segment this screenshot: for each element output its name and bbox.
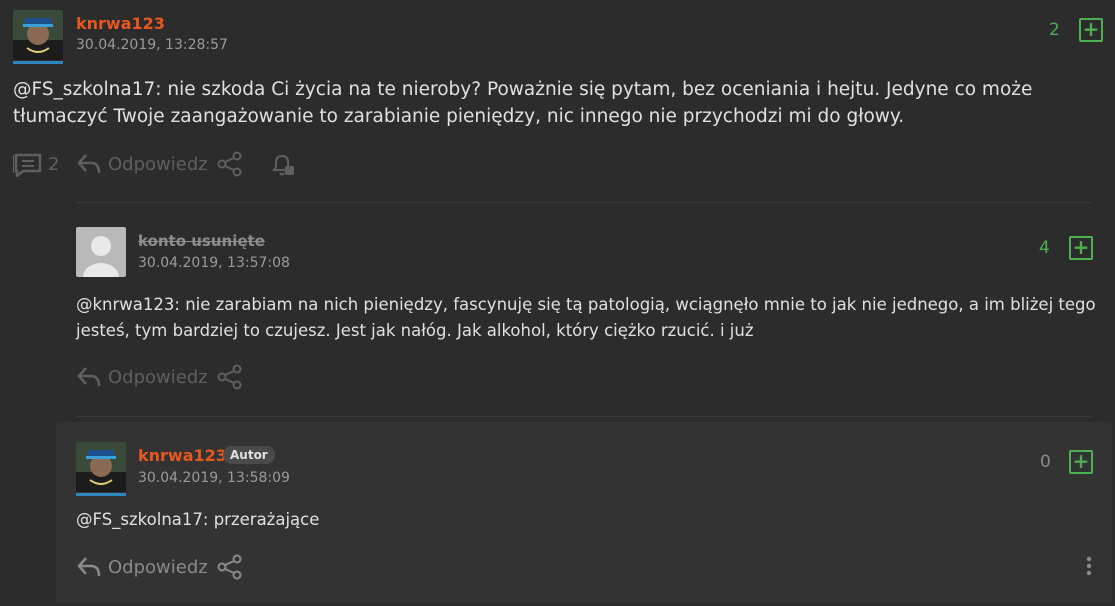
divider <box>76 416 1091 417</box>
username[interactable]: knrwa123 <box>138 446 227 465</box>
avatar[interactable] <box>76 442 126 492</box>
upvote-plus-button[interactable]: + <box>1069 236 1093 260</box>
user-avatar-icon <box>13 10 63 60</box>
default-avatar-icon <box>76 227 126 277</box>
avatar[interactable] <box>13 10 63 60</box>
user-avatar-icon <box>76 442 126 492</box>
reply-arrow-icon[interactable] <box>76 151 102 177</box>
avatar-underline <box>13 61 63 64</box>
mention-link[interactable]: @FS_szkolna17 <box>76 510 203 529</box>
avatar-underline <box>76 493 126 496</box>
mention-link[interactable]: @knrwa123 <box>76 295 174 314</box>
reply-count[interactable]: 2 <box>48 154 59 175</box>
username: konto usunięte <box>138 232 265 250</box>
comment-text-line1: : przerażające <box>202 510 320 529</box>
notification-bell-icon[interactable] <box>269 151 297 179</box>
vote-score: 4 <box>1039 238 1050 258</box>
vote-score: 0 <box>1040 452 1051 472</box>
avatar[interactable] <box>76 227 126 277</box>
share-icon[interactable] <box>217 151 243 177</box>
author-badge: Autor <box>223 446 275 464</box>
timestamp[interactable]: 30.04.2019, 13:58:09 <box>138 470 290 486</box>
upvote-plus-button[interactable]: + <box>1069 450 1093 474</box>
comment-body: @FS_szkolna17: nie szkoda Ci życia na te… <box>13 76 1103 130</box>
comment-text-line2: tłumaczyć Twoje zaangażowanie to zarabia… <box>13 106 905 127</box>
more-options-icon[interactable] <box>1082 554 1096 580</box>
comment-body: @FS_szkolna17: przerażające <box>76 507 1076 533</box>
username[interactable]: knrwa123 <box>76 14 165 33</box>
share-icon[interactable] <box>217 554 243 580</box>
replies-icon[interactable] <box>13 151 43 177</box>
upvote-plus-button[interactable]: + <box>1079 18 1103 42</box>
comment-text-line1: : nie szkoda Ci życia na te nieroby? Pow… <box>155 79 1033 100</box>
comment-text-line1: : nie zarabiam na nich pieniędzy, fascyn… <box>174 295 1096 314</box>
mention-link[interactable]: @FS_szkolna17 <box>13 79 155 100</box>
divider <box>76 202 1091 203</box>
reply-button[interactable]: Odpowiedz <box>108 367 208 388</box>
comment-text-line2: jesteś, tym bardziej to czujesz. Jest ja… <box>76 321 754 340</box>
vote-score: 2 <box>1049 20 1060 40</box>
reply-button[interactable]: Odpowiedz <box>108 154 208 175</box>
share-icon[interactable] <box>217 364 243 390</box>
comment-body: @knrwa123: nie zarabiam na nich pieniędz… <box>76 292 1106 344</box>
reply-button[interactable]: Odpowiedz <box>108 557 208 578</box>
timestamp[interactable]: 30.04.2019, 13:57:08 <box>138 255 290 271</box>
reply-arrow-icon[interactable] <box>76 554 102 580</box>
timestamp[interactable]: 30.04.2019, 13:28:57 <box>76 37 228 53</box>
reply-arrow-icon[interactable] <box>76 364 102 390</box>
